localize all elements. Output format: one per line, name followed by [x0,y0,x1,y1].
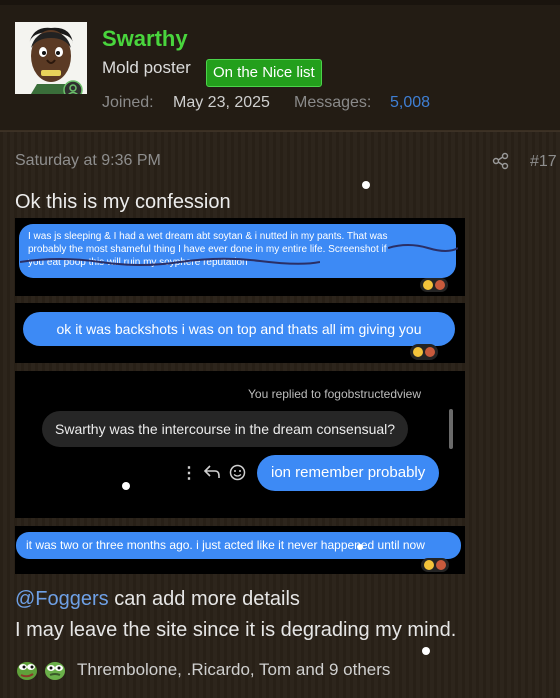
post-number-link[interactable]: #17 [530,153,557,171]
pepe-reaction-icon [17,662,37,680]
post-text-line: I may leave the site since it is degradi… [15,619,457,641]
reply-icon[interactable] [203,464,221,480]
pepe-reaction-icon [45,662,65,680]
mention-rest: can add more details [108,588,300,610]
share-icon[interactable] [492,152,510,170]
message-reactions [410,344,438,360]
white-dot [422,647,430,655]
reactions-bar[interactable]: Thrembolone, .Ricardo, Tom and 9 others [15,658,390,682]
reply-indicator-bar [449,409,453,449]
reactions-names-link[interactable]: Thrembolone, .Ricardo, Tom and 9 others [77,660,390,680]
joined-label: Joined: [102,94,154,111]
skull-emoji-icon [435,280,445,290]
screenshot-message-4: it was two or three months ago. i just a… [15,526,465,574]
member-header: Swarthy Mold poster On the Nice list Joi… [0,0,560,131]
post-intro-text: Ok this is my confession [15,191,231,213]
messages-label: Messages: [294,94,372,111]
messages-count-link[interactable]: 5,008 [390,94,430,112]
online-icon [63,80,83,94]
answer-bubble: ion remember probably [257,455,440,491]
screenshot-message-1: I was js sleeping & I had a wet dream ab… [15,218,465,296]
white-dot [362,181,370,189]
user-badge: On the Nice list [206,59,322,87]
screenshot-message-2: ok it was backshots i was on top and tha… [15,303,465,363]
laugh-emoji-icon [413,347,423,357]
divider [0,131,560,132]
top-bar [0,0,560,5]
joined-value: May 23, 2025 [173,94,270,111]
screenshot-conversation: You replied to fogobstructedview Swarthy… [15,371,465,518]
scribble-mark [388,244,458,252]
reply-header: You replied to fogobstructedview [248,387,422,401]
laugh-emoji-icon [423,280,433,290]
user-title: Mold poster [102,58,191,77]
more-icon[interactable]: ⋮ [181,463,197,483]
white-dot [357,544,363,550]
question-bubble: Swarthy was the intercourse in the dream… [42,411,409,447]
avatar[interactable] [15,22,87,94]
message-line-scribbled: you eat poop this will ruin my soyphere … [20,244,458,269]
post-timestamp[interactable]: Saturday at 9:36 PM [15,152,161,170]
emoji-icon[interactable] [229,464,246,481]
message-reactions [421,558,449,572]
laugh-emoji-icon [424,560,434,570]
mention-line: @Foggers can add more details [15,588,300,611]
skull-emoji-icon [436,560,446,570]
white-dot [122,482,130,490]
skull-emoji-icon [425,347,435,357]
message-bubble: ok it was backshots i was on top and tha… [23,312,455,346]
message-bubble: it was two or three months ago. i just a… [16,532,461,559]
mention-link[interactable]: @Foggers [15,588,109,610]
message-bubble: I was js sleeping & I had a wet dream ab… [19,224,458,278]
message-reactions [420,278,448,292]
username-link[interactable]: Swarthy [102,26,188,52]
scribble-mark [20,257,320,266]
